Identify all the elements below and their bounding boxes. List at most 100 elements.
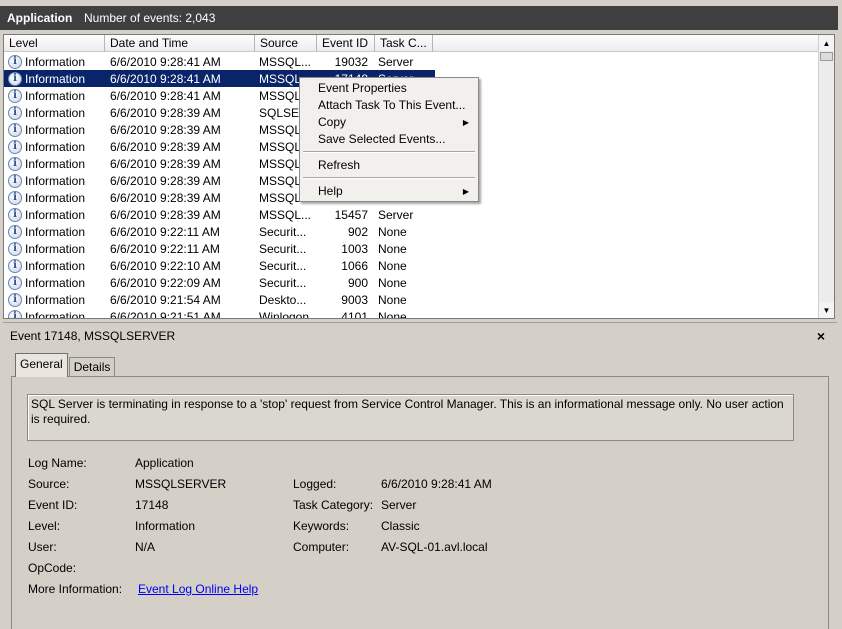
log-title: Application	[7, 11, 73, 25]
scroll-up-arrow-icon[interactable]: ▲	[819, 35, 834, 51]
event-id-cell: 900	[347, 275, 368, 290]
label-computer: Computer:	[293, 540, 350, 554]
level-text: Information	[25, 241, 86, 256]
menu-item-help-label: Help	[318, 184, 343, 198]
value-computer: AV-SQL-01.avl.local	[381, 540, 488, 554]
event-id-cell: 902	[347, 224, 368, 239]
level-cell: i Information	[4, 173, 105, 188]
table-row[interactable]: i Information 6/6/2010 9:28:41 AM MSSQL... 1…	[4, 53, 819, 70]
column-header-task-category[interactable]: Task C...	[375, 35, 433, 52]
label-task-category: Task Category:	[293, 498, 374, 512]
event-message[interactable]: SQL Server is terminating in response to…	[27, 394, 794, 441]
information-icon: i	[8, 139, 22, 154]
task-category-cell: None	[378, 309, 407, 319]
task-category-cell: None	[378, 292, 407, 307]
column-header-event-id[interactable]: Event ID	[317, 35, 375, 52]
level-cell: i Information	[4, 71, 105, 86]
menu-item-copy[interactable]: Copy ▶	[301, 114, 477, 131]
date-cell: 6/6/2010 9:28:39 AM	[110, 139, 221, 154]
level-cell: i Information	[4, 190, 105, 205]
tab-details[interactable]: Details	[68, 357, 116, 377]
vertical-scrollbar[interactable]: ▲ ▼	[818, 35, 834, 318]
level-cell: i Information	[4, 275, 105, 290]
menu-item-event-properties[interactable]: Event Properties	[301, 80, 477, 97]
level-text: Information	[25, 122, 86, 137]
information-icon: i	[8, 54, 22, 69]
table-row[interactable]: i Information 6/6/2010 9:21:54 AM Deskto...…	[4, 291, 819, 308]
menu-item-refresh[interactable]: Refresh	[301, 157, 477, 174]
source-cell: Securit...	[259, 241, 307, 256]
label-user: User:	[28, 540, 57, 554]
tab-general[interactable]: General	[15, 353, 68, 377]
table-row[interactable]: i Information 6/6/2010 9:21:51 AM Winlogon 4…	[4, 308, 819, 319]
menu-item-help[interactable]: Help ▶	[301, 183, 477, 200]
level-cell: i Information	[4, 139, 105, 154]
date-cell: 6/6/2010 9:21:51 AM	[110, 309, 221, 319]
date-cell: 6/6/2010 9:28:39 AM	[110, 173, 221, 188]
task-category-cell: None	[378, 258, 407, 273]
level-text: Information	[25, 309, 86, 319]
date-cell: 6/6/2010 9:28:39 AM	[110, 122, 221, 137]
table-row[interactable]: i Information 6/6/2010 9:22:09 AM Securit..…	[4, 274, 819, 291]
level-text: Information	[25, 224, 86, 239]
date-cell: 6/6/2010 9:22:11 AM	[110, 241, 220, 256]
submenu-arrow-icon: ▶	[462, 187, 469, 196]
level-cell: i Information	[4, 207, 105, 222]
date-cell: 6/6/2010 9:28:39 AM	[110, 207, 221, 222]
level-text: Information	[25, 88, 86, 103]
table-row[interactable]: i Information 6/6/2010 9:22:11 AM Securit..…	[4, 223, 819, 240]
source-cell: MSSQL...	[259, 54, 312, 69]
level-text: Information	[25, 54, 86, 69]
information-icon: i	[8, 173, 22, 188]
date-cell: 6/6/2010 9:28:39 AM	[110, 105, 221, 120]
event-id-cell: 1003	[341, 241, 368, 256]
level-text: Information	[25, 292, 86, 307]
menu-item-save-selected[interactable]: Save Selected Events...	[301, 131, 477, 148]
information-icon: i	[8, 156, 22, 171]
table-row[interactable]: i Information 6/6/2010 9:22:11 AM Securit..…	[4, 240, 819, 257]
information-icon: i	[8, 258, 22, 273]
level-text: Information	[25, 139, 86, 154]
label-log-name: Log Name:	[28, 456, 87, 470]
level-cell: i Information	[4, 292, 105, 307]
level-text: Information	[25, 173, 86, 188]
event-count: Number of events: 2,043	[84, 11, 216, 25]
table-row[interactable]: i Information 6/6/2010 9:22:10 AM Securit..…	[4, 257, 819, 274]
column-header-level[interactable]: Level	[4, 35, 105, 52]
close-icon[interactable]: ×	[817, 329, 825, 343]
menu-item-attach-task[interactable]: Attach Task To This Event...	[301, 97, 477, 114]
source-cell: Winlogon	[259, 309, 310, 319]
level-cell: i Information	[4, 105, 105, 120]
information-icon: i	[8, 122, 22, 137]
task-category-cell: None	[378, 224, 407, 239]
label-logged: Logged:	[293, 477, 337, 491]
scroll-down-arrow-icon[interactable]: ▼	[819, 302, 834, 318]
column-header-source[interactable]: Source	[255, 35, 317, 52]
column-header-row: Level Date and Time Source Event ID Task…	[4, 35, 819, 52]
value-user: N/A	[135, 540, 156, 554]
level-cell: i Information	[4, 54, 105, 69]
level-text: Information	[25, 105, 86, 120]
table-row[interactable]: i Information 6/6/2010 9:28:39 AM MSSQL... 1…	[4, 206, 819, 223]
date-cell: 6/6/2010 9:28:41 AM	[110, 54, 221, 69]
level-cell: i Information	[4, 156, 105, 171]
information-icon: i	[8, 88, 22, 103]
value-log-name: Application	[135, 456, 194, 470]
menu-item-copy-label: Copy	[318, 115, 347, 129]
event-log-online-help-link[interactable]: Event Log Online Help	[138, 582, 258, 596]
label-event-id: Event ID:	[28, 498, 78, 512]
level-text: Information	[25, 71, 86, 86]
scroll-thumb[interactable]	[820, 52, 833, 61]
level-cell: i Information	[4, 241, 105, 256]
information-icon: i	[8, 292, 22, 307]
context-menu: Event Properties Attach Task To This Eve…	[299, 77, 479, 202]
column-header-date[interactable]: Date and Time	[105, 35, 255, 52]
event-id-cell: 4101	[341, 309, 368, 319]
date-cell: 6/6/2010 9:22:10 AM	[110, 258, 221, 273]
detail-tabs: General Details	[15, 353, 116, 377]
level-cell: i Information	[4, 88, 105, 103]
label-source: Source:	[28, 477, 70, 491]
task-category-cell: None	[378, 275, 407, 290]
information-icon: i	[8, 207, 22, 222]
level-cell: i Information	[4, 258, 105, 273]
